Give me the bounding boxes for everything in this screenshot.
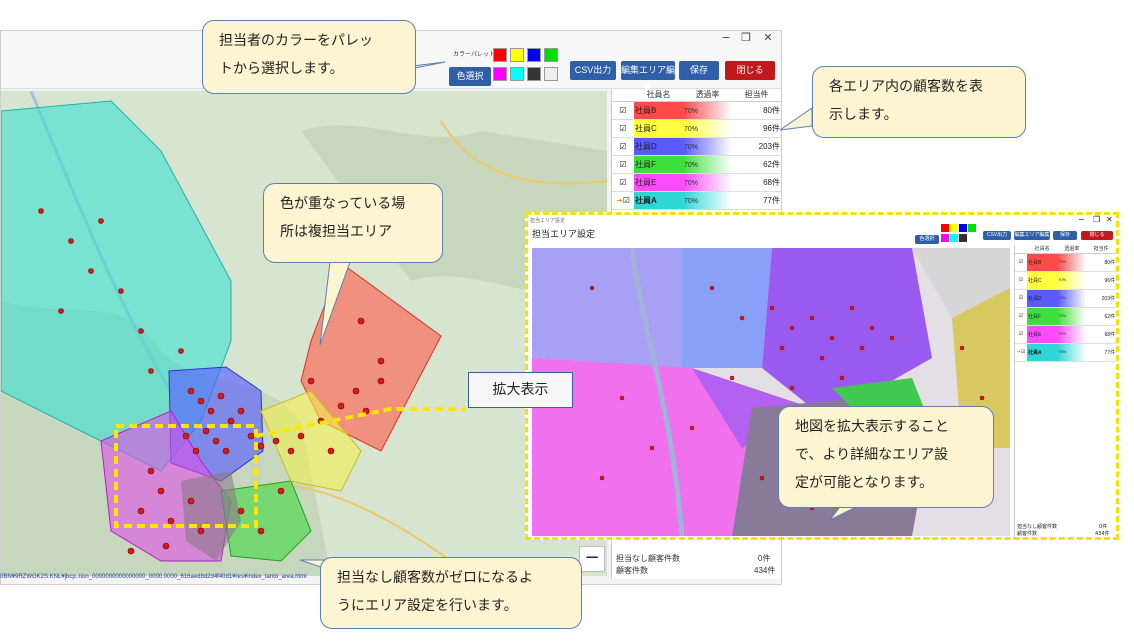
- callout-overlap: 色が重なっている場 所は複担当エリア: [263, 183, 443, 263]
- callout-palette: 担当者のカラーをパレッ トから選択します。: [202, 20, 416, 94]
- callout-unassigned: 担当なし顧客数がゼロになるよ うにエリア設定を行います。: [320, 557, 582, 629]
- zoom-label: 拡大表示: [468, 372, 573, 408]
- callout-count: 各エリア内の顧客数を表 示します。: [812, 66, 1026, 138]
- callout-detail: 地図を拡大表示すること で、より詳細なエリア設 定が可能となります。: [778, 406, 994, 508]
